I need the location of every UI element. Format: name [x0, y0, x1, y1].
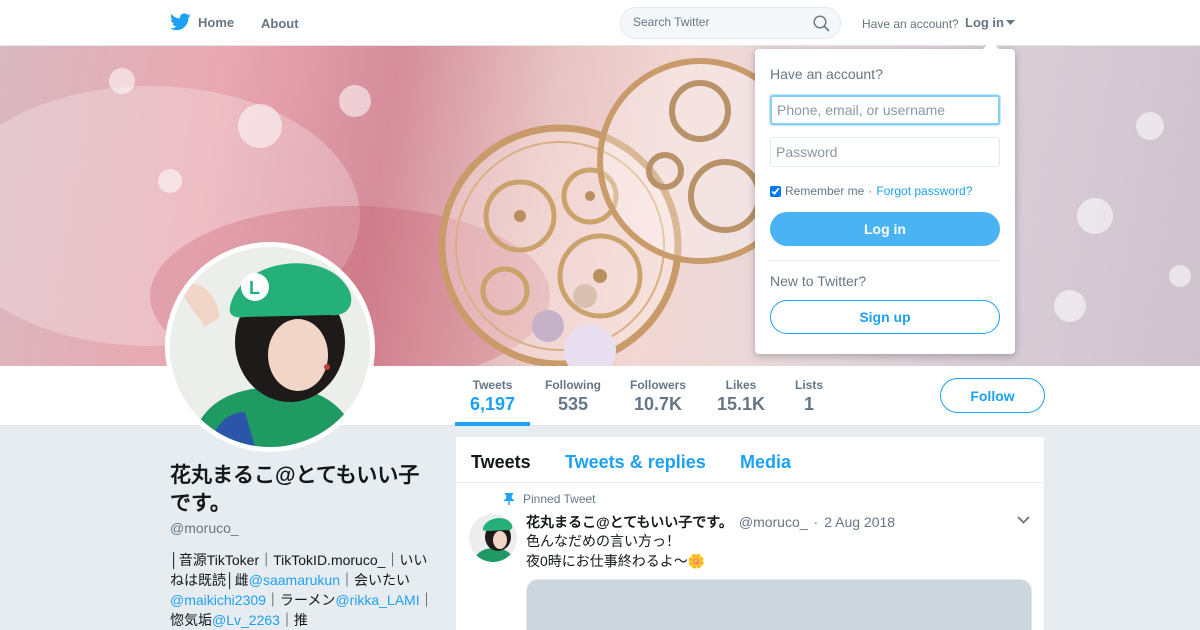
nav-home-link[interactable]: Home [170, 13, 234, 31]
stat-value: 535 [557, 394, 589, 414]
stat-lists[interactable]: Lists 1 [795, 378, 823, 415]
bio-mention-link[interactable]: @maikichi2309 [170, 592, 266, 608]
tab-media[interactable]: Media [740, 452, 791, 473]
stat-likes[interactable]: Likes 15.1K [717, 378, 765, 415]
svg-text:L: L [249, 278, 260, 298]
pinned-tweet-label: Pinned Tweet [523, 492, 596, 506]
tab-tweets-and-replies[interactable]: Tweets & replies [565, 452, 706, 473]
login-dropdown-toggle[interactable]: Log in [965, 15, 1015, 30]
tweet-author-handle[interactable]: @moruco_ [739, 514, 808, 530]
stat-label: Tweets [472, 378, 513, 392]
tweet-author-avatar[interactable] [469, 514, 517, 562]
tweet-line: 夜0時にお仕事終わるよ〜🌼 [526, 551, 705, 571]
stat-followers[interactable]: Followers 10.7K [630, 378, 686, 415]
tweet-author-name[interactable]: 花丸まるこ@とてもいい子です。 [526, 512, 733, 532]
username-field[interactable] [770, 95, 1000, 125]
password-field[interactable] [770, 137, 1000, 167]
tweet-avatar-photo [469, 514, 517, 562]
pinned-tweet-header: Pinned Tweet [504, 492, 596, 506]
follow-button[interactable]: Follow [940, 378, 1045, 413]
login-link-label: Log in [965, 15, 1004, 30]
remember-me-label[interactable]: Remember me [785, 184, 864, 198]
login-dropdown: Have an account? Remember me · Forgot pa… [755, 41, 1015, 354]
bio-mention-link[interactable]: @Lv_2263 [212, 612, 280, 628]
stat-tweets[interactable]: Tweets 6,197 [470, 378, 515, 415]
stat-value: 10.7K [633, 394, 683, 414]
active-stat-underline [455, 422, 530, 426]
remember-me-row: Remember me · Forgot password? [770, 184, 972, 198]
search-box [620, 7, 841, 39]
stat-value: 1 [804, 394, 815, 414]
nav-home-label: Home [198, 14, 235, 30]
stat-value: 15.1K [717, 394, 766, 414]
tweet-separator: · [813, 514, 819, 530]
tweet-line-text: 夜0時にお仕事終わるよ〜 [526, 553, 688, 569]
timeline: Tweets Tweets & replies Media Pinned Twe… [456, 437, 1044, 630]
tweet-header: 花丸まるこ@とてもいい子です。 @moruco_ · 2 Aug 2018 [526, 512, 895, 532]
dropdown-caret [983, 41, 999, 49]
search-input[interactable] [633, 15, 813, 29]
login-button[interactable]: Log in [770, 212, 1000, 246]
chevron-down-icon[interactable] [1017, 516, 1030, 524]
profile-display-name: 花丸まるこ@とてもいい子です。 [170, 464, 420, 515]
bio-mention-link[interactable]: @saamarukun [249, 572, 340, 588]
profile-bio: │音源TikToker｜TikTokID.moruco_｜いいねは既読│雌@sa… [170, 550, 435, 630]
stat-following[interactable]: Following 535 [545, 378, 601, 415]
tweet-line: 色んなだめの言い方っ！ [526, 533, 680, 549]
login-dropdown-title: Have an account? [770, 66, 883, 82]
pin-icon [504, 493, 514, 505]
tab-tweets[interactable]: Tweets [471, 452, 531, 473]
tweet-timestamp[interactable]: 2 Aug 2018 [824, 514, 895, 530]
timeline-tabs: Tweets Tweets & replies Media [456, 437, 1044, 483]
stat-label: Followers [630, 378, 687, 392]
caret-down-icon [1006, 19, 1015, 25]
remember-me-checkbox[interactable] [770, 185, 781, 197]
signup-button[interactable]: Sign up [770, 300, 1000, 334]
stat-value: 6,197 [470, 394, 516, 414]
new-to-twitter-label: New to Twitter? [770, 273, 867, 289]
top-navigation-bar: Home About Have an account? Log in [0, 0, 1200, 46]
twitter-bird-icon [170, 13, 191, 31]
avatar-photo: L [170, 247, 370, 447]
have-account-label: Have an account? [862, 17, 959, 31]
profile-avatar[interactable]: L [165, 242, 375, 452]
bio-text: ｜会いたい [340, 572, 411, 588]
nav-about-link[interactable]: About [261, 16, 299, 31]
flower-emoji: 🌼 [687, 553, 706, 569]
search-icon[interactable] [813, 15, 830, 32]
profile-handle: @moruco_ [170, 520, 239, 536]
separator-dot: · [868, 184, 873, 198]
tweet-text: 色んなだめの言い方っ！ 夜0時にお仕事終わるよ〜🌼 [526, 531, 705, 571]
dropdown-divider [770, 260, 1000, 261]
bio-text: ｜ラーメン [265, 592, 336, 608]
stat-label: Following [545, 378, 601, 392]
stat-label: Likes [725, 378, 757, 392]
forgot-password-link[interactable]: Forgot password? [876, 184, 972, 198]
stat-label: Lists [795, 378, 824, 392]
bio-text: ｜推 [279, 612, 308, 628]
tweet-media-preview[interactable] [526, 579, 1032, 630]
bio-mention-link[interactable]: @rikka_LAMI [335, 592, 419, 608]
